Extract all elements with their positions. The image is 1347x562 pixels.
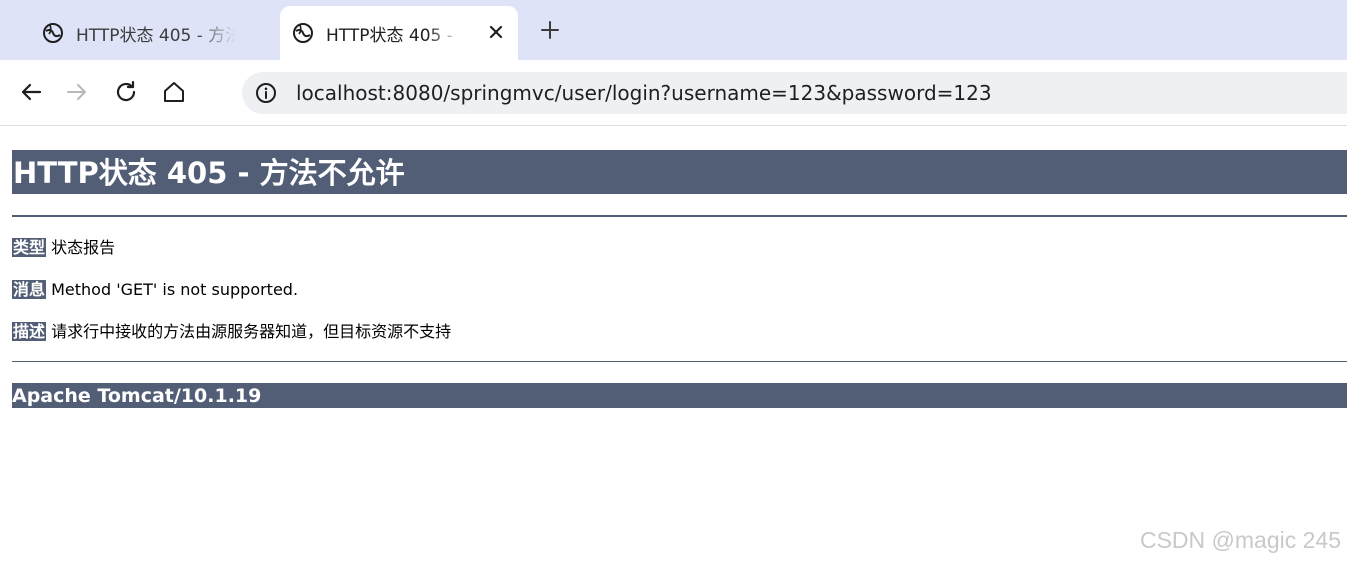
back-button[interactable] bbox=[15, 76, 47, 108]
tab-strip: HTTP状态 405 - 方法不允许 HTTP状态 405 - 方法不允许 bbox=[0, 0, 1347, 60]
field-message: 消息 Method 'GET' is not supported. bbox=[12, 280, 1347, 300]
arrow-right-icon bbox=[67, 84, 86, 100]
divider bbox=[12, 361, 1347, 362]
tab-title: HTTP状态 405 - 方法不允许 bbox=[326, 25, 461, 46]
reload-icon bbox=[116, 80, 136, 102]
field-value: 请求行中接收的方法由源服务器知道，但目标资源不支持 bbox=[51, 322, 452, 341]
field-value: 状态报告 bbox=[51, 238, 116, 257]
divider bbox=[12, 215, 1347, 217]
tab-inactive[interactable]: HTTP状态 405 - 方法不允许 bbox=[20, 6, 275, 60]
globe-icon bbox=[42, 22, 64, 44]
globe-icon bbox=[292, 22, 314, 44]
close-icon[interactable] bbox=[484, 20, 508, 44]
page-content: HTTP状态 405 - 方法不允许 类型 状态报告 消息 Method 'GE… bbox=[12, 127, 1347, 408]
reload-button[interactable] bbox=[110, 76, 142, 108]
tab-active[interactable]: HTTP状态 405 - 方法不允许 bbox=[280, 6, 518, 60]
page-title: HTTP状态 405 - 方法不允许 bbox=[12, 150, 1347, 194]
browser-toolbar: localhost:8080/springmvc/user/login?user… bbox=[0, 60, 1347, 126]
arrow-left-icon bbox=[21, 83, 42, 101]
field-value: Method 'GET' is not supported. bbox=[51, 280, 299, 299]
forward-button[interactable] bbox=[61, 76, 93, 108]
field-label: 消息 bbox=[12, 280, 47, 299]
home-icon bbox=[164, 82, 184, 102]
plus-icon bbox=[541, 21, 559, 39]
field-description: 描述 请求行中接收的方法由源服务器知道，但目标资源不支持 bbox=[12, 322, 1347, 342]
url-text[interactable]: localhost:8080/springmvc/user/login?user… bbox=[296, 81, 992, 105]
field-label: 类型 bbox=[12, 238, 47, 257]
server-version: Apache Tomcat/10.1.19 bbox=[12, 383, 1347, 408]
watermark: CSDN @magic 245 bbox=[1139, 527, 1341, 553]
field-label: 描述 bbox=[12, 322, 47, 341]
site-info-icon[interactable] bbox=[254, 81, 278, 105]
address-bar[interactable]: localhost:8080/springmvc/user/login?user… bbox=[242, 72, 1347, 114]
home-button[interactable] bbox=[158, 76, 190, 108]
field-type: 类型 状态报告 bbox=[12, 238, 1347, 258]
tab-title: HTTP状态 405 - 方法不允许 bbox=[76, 25, 236, 46]
new-tab-button[interactable] bbox=[534, 14, 566, 46]
